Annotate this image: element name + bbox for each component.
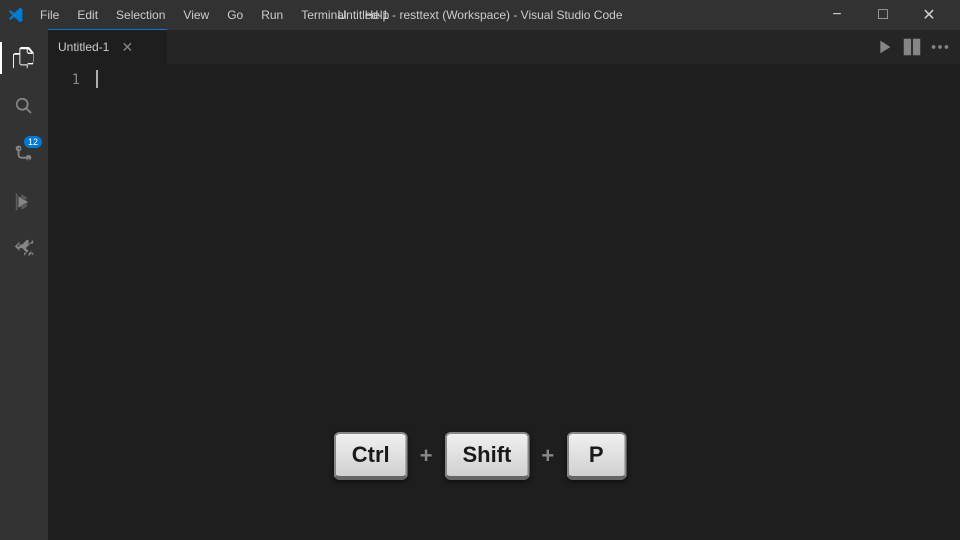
menu-run[interactable]: Run <box>253 6 291 24</box>
line-number-1: 1 <box>48 69 80 91</box>
sidebar-item-extensions[interactable] <box>0 226 48 274</box>
split-editor-button[interactable] <box>900 35 924 59</box>
search-icon <box>13 95 35 117</box>
run-icon <box>13 191 35 213</box>
sidebar-item-run[interactable] <box>0 178 48 226</box>
menu-view[interactable]: View <box>175 6 217 24</box>
text-cursor <box>96 70 98 88</box>
vscode-icon <box>8 7 24 23</box>
minimize-button[interactable]: − <box>814 0 860 30</box>
more-actions-icon <box>929 36 951 58</box>
tab-close-button[interactable]: ✕ <box>119 39 135 55</box>
line-numbers: 1 <box>48 65 88 540</box>
run-action-button[interactable] <box>872 35 896 59</box>
tab-label: Untitled-1 <box>58 40 109 54</box>
titlebar-controls: − □ ✕ <box>814 0 952 30</box>
activity-bar: 12 <box>0 30 48 540</box>
titlebar: File Edit Selection View Go Run Terminal… <box>0 0 960 30</box>
close-button[interactable]: ✕ <box>906 0 952 30</box>
titlebar-title: Untitled-1 - resttext (Workspace) - Visu… <box>337 8 622 22</box>
sidebar-item-explorer[interactable] <box>0 34 48 82</box>
menu-selection[interactable]: Selection <box>108 6 173 24</box>
editor[interactable]: 1 <box>48 65 960 540</box>
sidebar-item-source-control[interactable]: 12 <box>0 130 48 178</box>
menu-file[interactable]: File <box>32 6 67 24</box>
extensions-icon <box>13 239 35 261</box>
source-control-badge: 12 <box>24 136 42 148</box>
menu-edit[interactable]: Edit <box>69 6 106 24</box>
files-icon <box>13 47 35 69</box>
tab-untitled-1[interactable]: Untitled-1 ✕ <box>48 29 168 64</box>
more-actions-button[interactable] <box>928 35 952 59</box>
tab-actions <box>872 29 960 64</box>
split-editor-icon <box>901 36 923 58</box>
run-action-icon <box>873 36 895 58</box>
menu-go[interactable]: Go <box>219 6 251 24</box>
code-area[interactable] <box>88 65 960 540</box>
sidebar-item-search[interactable] <box>0 82 48 130</box>
maximize-button[interactable]: □ <box>860 0 906 30</box>
tab-bar: Untitled-1 ✕ <box>48 30 960 65</box>
